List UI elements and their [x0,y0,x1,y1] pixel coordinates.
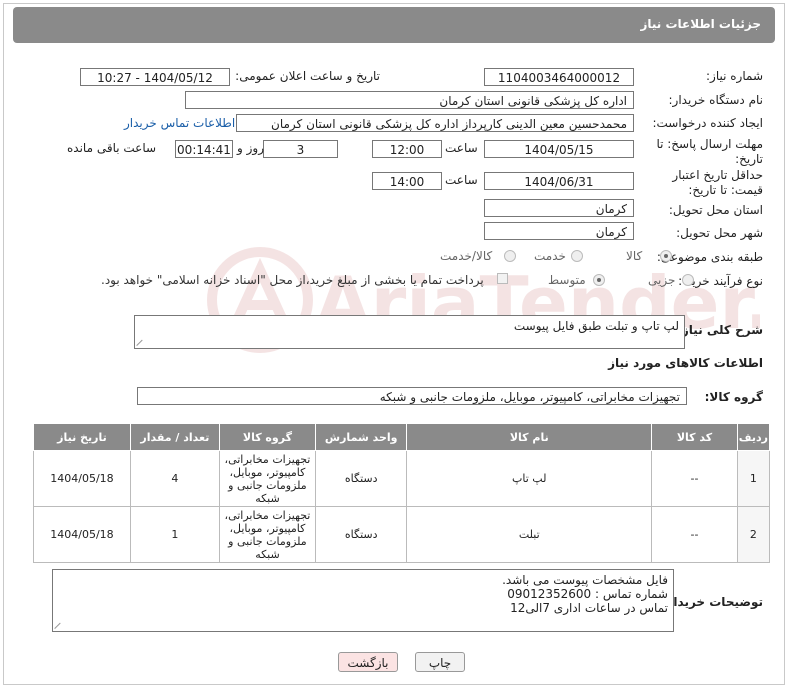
cell-unit: دستگاه [315,450,408,507]
process-option-medium: متوسط [548,273,586,287]
buyer-note-line: فایل مشخصات پیوست می باشد. [502,573,668,587]
cell-name: تبلت [406,506,653,563]
cell-date: 1404/05/18 [33,450,131,507]
category-option-goods: کالا [626,249,643,263]
resize-grip-icon[interactable] [137,338,145,346]
reply-days-field[interactable]: 3 [263,140,338,158]
table-header-row: ردیف کد کالا نام کالا واحد شمارش گروه کا… [33,423,771,451]
reply-time-label: ساعت [445,141,478,155]
col-group: گروه کالا [218,423,317,451]
col-date: تاریخ نیاز [33,423,131,451]
cell-group: تجهیزات مخابراتی، کامپیوتر، موبایل، ملزو… [218,506,317,563]
col-code: کد کالا [651,423,738,451]
table-row[interactable]: 2 -- تبلت دستگاه تجهیزات مخابراتی، کامپی… [33,506,771,563]
cell-qty: 1 [129,506,220,563]
resize-grip-icon[interactable] [55,621,63,629]
buyer-notes-label: توضیحات خریدار: [661,595,763,609]
requester-field[interactable]: محمدحسین معین الدینی کارپرداز اداره کل پ… [236,114,634,132]
description-textarea[interactable]: لپ تاپ و تبلت طبق فایل پیوست [134,315,685,349]
cell-code: -- [651,506,738,563]
col-name: نام کالا [406,423,653,451]
cell-unit: دستگاه [315,506,408,563]
cell-name: لپ تاپ [406,450,653,507]
goods-info-title: اطلاعات کالاهای مورد نیاز [608,356,763,370]
category-radio-goods[interactable] [660,250,672,262]
treasury-payment-note: پرداخت تمام یا بخشی از مبلغ خرید،از محل … [101,273,484,287]
col-qty: تعداد / مقدار [129,423,220,451]
goods-group-label: گروه کالا: [704,390,763,404]
cell-row: 1 [736,450,771,507]
announce-field[interactable]: 1404/05/12 - 10:27 [80,68,230,86]
delivery-province-field[interactable]: کرمان [484,199,634,217]
price-validity-time-label: ساعت [445,173,478,187]
cell-row: 2 [736,506,771,563]
col-row: ردیف [736,423,771,451]
delivery-city-label: شهر محل تحویل: [676,226,763,240]
description-text: لپ تاپ و تبلت طبق فایل پیوست [513,319,679,333]
back-button[interactable]: بازگشت [338,652,398,672]
process-option-minor: جزیی [648,273,676,287]
category-label: طبقه بندی موضوعی: [656,250,763,264]
buyer-note-line: شماره تماس : 09012352600 [507,587,668,601]
category-radio-service[interactable] [571,250,583,262]
need-number-label: شماره نیاز: [706,69,763,83]
process-radio-medium[interactable] [593,274,605,286]
delivery-city-field[interactable]: کرمان [484,222,634,240]
price-validity-date-field[interactable]: 1404/06/31 [484,172,634,190]
cell-group: تجهیزات مخابراتی، کامپیوتر، موبایل، ملزو… [218,450,317,507]
print-button[interactable]: چاپ [415,652,465,672]
cell-qty: 4 [129,450,220,507]
treasury-payment-checkbox[interactable] [497,273,508,284]
buyer-org-label: نام دستگاه خریدار: [668,93,764,107]
description-label: شرح کلی نیاز: [677,323,763,337]
reply-deadline-label: مهلت ارسال پاسخ: تا تاریخ: [656,137,763,166]
buyer-contact-link[interactable]: اطلاعات تماس خریدار [124,116,235,130]
col-unit: واحد شمارش [315,423,408,451]
days-label: روز و [237,141,264,155]
reply-date-field[interactable]: 1404/05/15 [484,140,634,158]
remaining-time-field[interactable]: 00:14:41 [175,140,233,158]
need-number-field[interactable]: 1104003464000012 [484,68,634,86]
announce-label: تاریخ و ساعت اعلان عمومی: [235,69,380,83]
reply-time-field[interactable]: 12:00 [372,140,442,158]
buyer-notes-textarea[interactable]: فایل مشخصات پیوست می باشد. شماره تماس : … [52,569,674,632]
goods-group-field[interactable]: تجهیزات مخابراتی، کامپیوتر، موبایل، ملزو… [137,387,687,405]
remaining-label: ساعت باقی مانده [67,141,157,155]
cell-code: -- [651,450,738,507]
category-option-service: خدمت [534,249,566,263]
items-table: ردیف کد کالا نام کالا واحد شمارش گروه کا… [33,423,771,563]
category-option-goods-service: کالا/خدمت [440,249,493,263]
requester-label: ایجاد کننده درخواست: [652,116,763,130]
delivery-province-label: استان محل تحویل: [668,203,763,217]
process-radio-minor[interactable] [682,274,694,286]
buyer-note-line: تماس در ساعات اداری 7الی12 [510,601,668,615]
price-validity-label: حداقل تاریخ اعتبار قیمت: تا تاریخ: [672,168,763,197]
price-validity-time-field[interactable]: 14:00 [372,172,442,190]
buyer-org-field[interactable]: اداره کل پزشکی قانونی استان کرمان [185,91,634,109]
page-header: جزئیات اطلاعات نیاز [13,7,775,43]
page-title: جزئیات اطلاعات نیاز [640,17,761,31]
cell-date: 1404/05/18 [33,506,131,563]
table-row[interactable]: 1 -- لپ تاپ دستگاه تجهیزات مخابراتی، کام… [33,450,771,507]
category-radio-goods-service[interactable] [504,250,516,262]
